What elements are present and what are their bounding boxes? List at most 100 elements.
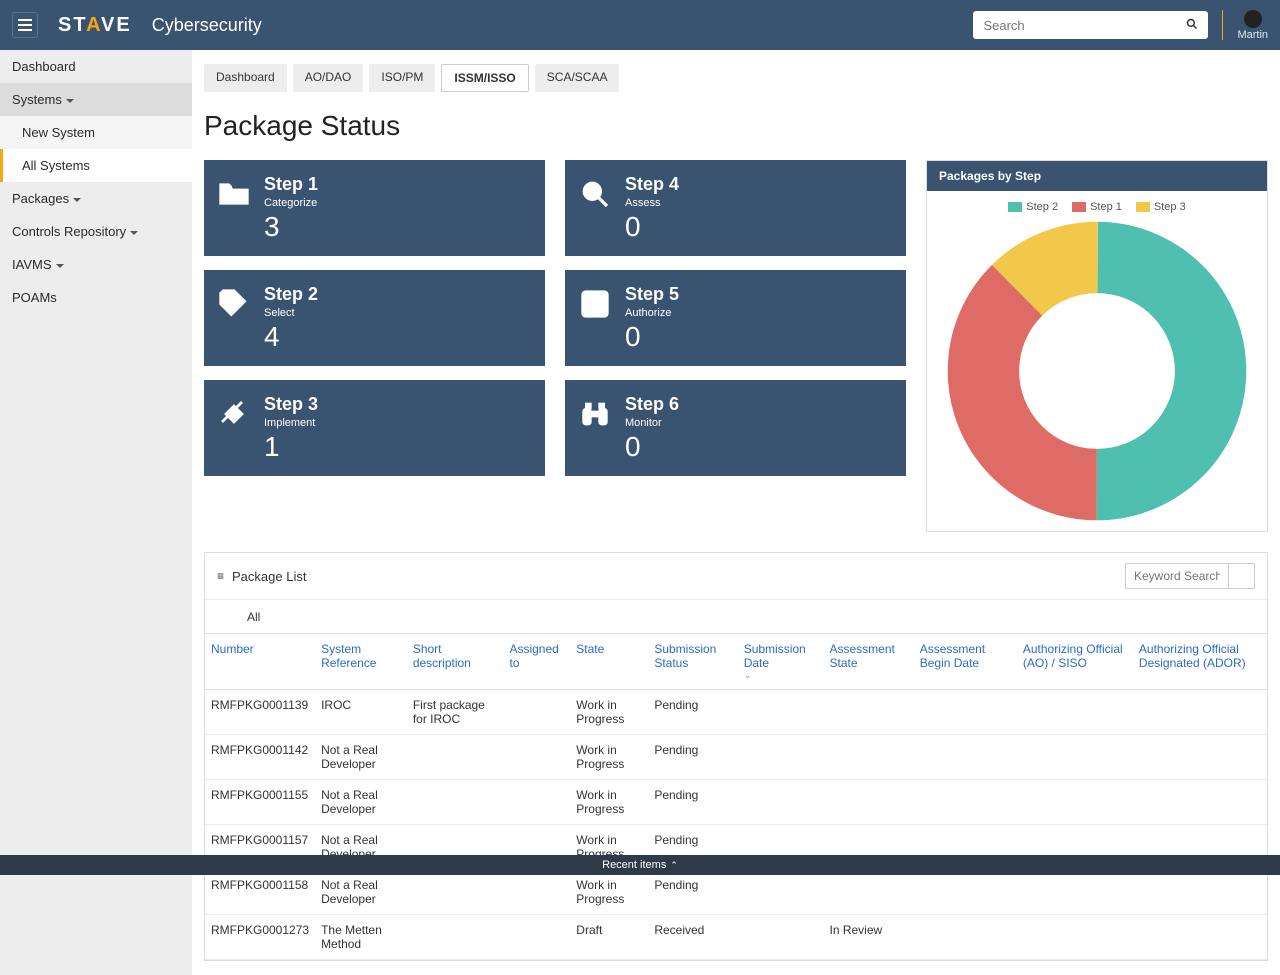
- donut-chart: [947, 221, 1247, 521]
- footer-bar[interactable]: Recent items⌃: [0, 855, 1280, 875]
- legend-item-step2[interactable]: Step 2: [1008, 201, 1058, 213]
- col-state[interactable]: State: [570, 634, 648, 690]
- step-card-5[interactable]: Step 5Authorize0: [565, 270, 906, 366]
- col-assess-begin[interactable]: Assessment Begin Date: [914, 634, 1017, 690]
- cell-state: Work in Progress: [570, 690, 648, 735]
- cell-sysref: Not a Real Developer: [315, 870, 407, 915]
- cell-subdate: [738, 915, 824, 960]
- step-card-4[interactable]: Step 4Assess0: [565, 160, 906, 256]
- cell-ador: [1133, 915, 1267, 960]
- sidebar-item-iavms[interactable]: IAVMS: [0, 248, 192, 281]
- step-card-1[interactable]: Step 1Categorize3: [204, 160, 545, 256]
- user-menu[interactable]: Martin: [1237, 10, 1268, 41]
- step-card-3[interactable]: Step 3Implement1: [204, 380, 545, 476]
- col-substatus[interactable]: Submission Status: [648, 634, 737, 690]
- cell-assigned: [503, 780, 570, 825]
- cell-shortdesc: First package for IROC: [407, 690, 504, 735]
- check-icon: [579, 288, 611, 320]
- header-divider: [1222, 10, 1223, 40]
- global-search[interactable]: [973, 11, 1208, 39]
- chevron-up-icon: ⌃: [670, 860, 678, 870]
- col-number[interactable]: Number: [205, 634, 315, 690]
- cell-substatus: Pending: [648, 870, 737, 915]
- search-icon[interactable]: [1186, 18, 1198, 33]
- cell-assess_state: [824, 780, 914, 825]
- keyword-search-button[interactable]: [1229, 563, 1255, 589]
- search-icon: [579, 178, 611, 210]
- package-list-panel: ≡ Package List All Number System R: [204, 552, 1268, 961]
- cell-assess_begin: [914, 915, 1017, 960]
- package-table: Number System Reference Short descriptio…: [205, 633, 1267, 960]
- cell-number: RMFPKG0001273: [205, 915, 315, 960]
- col-shortdesc[interactable]: Short description: [407, 634, 504, 690]
- cell-assess_state: [824, 870, 914, 915]
- cell-number: RMFPKG0001139: [205, 690, 315, 735]
- filter-icon[interactable]: [221, 608, 235, 625]
- cell-state: Work in Progress: [570, 780, 648, 825]
- cell-substatus: Pending: [648, 690, 737, 735]
- cell-assigned: [503, 915, 570, 960]
- sort-indicator-icon: ⌄: [744, 670, 818, 681]
- col-ao[interactable]: Authorizing Official (AO) / SISO: [1017, 634, 1133, 690]
- chart-panel: Packages by Step Step 2 Step 1 Step 3: [926, 160, 1268, 532]
- search-input[interactable]: [983, 18, 1186, 33]
- tab-issm-isso[interactable]: ISSM/ISSO: [441, 64, 528, 92]
- cell-subdate: [738, 870, 824, 915]
- sidebar-item-systems[interactable]: Systems: [0, 83, 192, 116]
- cell-ador: [1133, 870, 1267, 915]
- col-sysref[interactable]: System Reference: [315, 634, 407, 690]
- page-title: Package Status: [204, 110, 1268, 142]
- cell-substatus: Pending: [648, 735, 737, 780]
- cell-shortdesc: [407, 735, 504, 780]
- cell-ao: [1017, 870, 1133, 915]
- list-title: Package List: [232, 569, 306, 584]
- col-ador[interactable]: Authorizing Official Designated (ADOR): [1133, 634, 1267, 690]
- keyword-search-input[interactable]: [1125, 563, 1229, 589]
- col-assigned[interactable]: Assigned to: [503, 634, 570, 690]
- hamburger-menu-icon[interactable]: [12, 12, 38, 38]
- sidebar-item-poams[interactable]: POAMs: [0, 281, 192, 314]
- cell-assess_state: [824, 735, 914, 780]
- tab-dashboard[interactable]: Dashboard: [204, 64, 287, 92]
- cell-assigned: [503, 870, 570, 915]
- chart-title: Packages by Step: [927, 161, 1267, 191]
- table-row[interactable]: RMFPKG0001158Not a Real DeveloperWork in…: [205, 870, 1267, 915]
- step-card-6[interactable]: Step 6Monitor0: [565, 380, 906, 476]
- cell-ador: [1133, 780, 1267, 825]
- cell-sysref: The Metten Method: [315, 915, 407, 960]
- cell-sysref: Not a Real Developer: [315, 780, 407, 825]
- filter-all[interactable]: All: [247, 610, 260, 624]
- table-row[interactable]: RMFPKG0001142Not a Real DeveloperWork in…: [205, 735, 1267, 780]
- table-row[interactable]: RMFPKG0001155Not a Real Developer Work in…: [205, 780, 1267, 825]
- plug-icon: [218, 398, 250, 430]
- table-row[interactable]: RMFPKG0001139IROCFirst package for IROCW…: [205, 690, 1267, 735]
- cell-assess_state: [824, 690, 914, 735]
- sidebar-item-dashboard[interactable]: Dashboard: [0, 50, 192, 83]
- cell-ador: [1133, 735, 1267, 780]
- col-assess-state[interactable]: Assessment State: [824, 634, 914, 690]
- cell-assigned: [503, 735, 570, 780]
- cell-state: Work in Progress: [570, 870, 648, 915]
- tab-sca-scaa[interactable]: SCA/SCAA: [535, 64, 620, 92]
- legend-item-step1[interactable]: Step 1: [1072, 201, 1122, 213]
- table-row[interactable]: RMFPKG0001273The Metten MethodDraftRecei…: [205, 915, 1267, 960]
- sidebar-item-all-systems[interactable]: All Systems: [0, 149, 192, 182]
- col-subdate[interactable]: Submission Date⌄: [738, 634, 824, 690]
- step-card-2[interactable]: Step 2Select4: [204, 270, 545, 366]
- cell-number: RMFPKG0001155: [205, 780, 315, 825]
- sidebar-nav: Dashboard Systems New System All Systems…: [0, 50, 192, 975]
- cell-shortdesc: [407, 915, 504, 960]
- brand-logo: STAVE: [58, 14, 132, 37]
- tab-iso-pm[interactable]: ISO/PM: [369, 64, 435, 92]
- cell-assess_begin: [914, 780, 1017, 825]
- cell-sysref: Not a Real Developer: [315, 735, 407, 780]
- legend-item-step3[interactable]: Step 3: [1136, 201, 1186, 213]
- tab-ao-dao[interactable]: AO/DAO: [293, 64, 364, 92]
- sidebar-item-controls[interactable]: Controls Repository: [0, 215, 192, 248]
- list-menu-icon[interactable]: ≡: [217, 569, 224, 583]
- sidebar-item-new-system[interactable]: New System: [0, 116, 192, 149]
- app-header: STAVE Cybersecurity Martin: [0, 0, 1280, 50]
- chart-legend: Step 2 Step 1 Step 3: [1008, 201, 1185, 213]
- sidebar-item-packages[interactable]: Packages: [0, 182, 192, 215]
- cell-assigned: [503, 690, 570, 735]
